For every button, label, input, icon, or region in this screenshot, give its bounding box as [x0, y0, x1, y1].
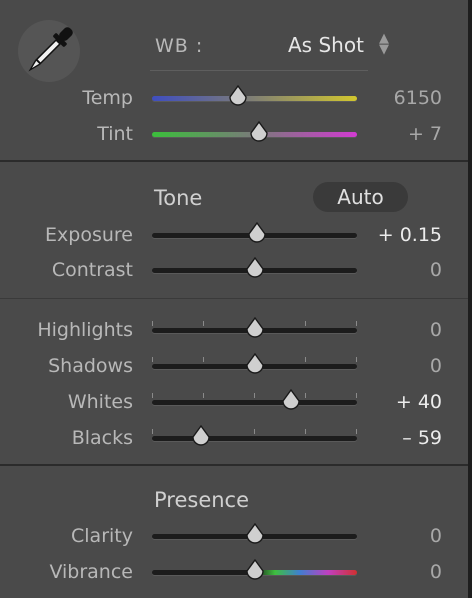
slider-knob[interactable]: [245, 523, 265, 545]
slider-tick: [305, 357, 306, 362]
wb-preset-select[interactable]: As Shot: [288, 33, 364, 57]
slider-ticks: [152, 393, 357, 398]
tone-heading: Tone: [154, 186, 203, 210]
slider-label: Contrast: [51, 259, 133, 281]
slider-tick: [203, 393, 204, 398]
wb-divider: [150, 70, 368, 71]
slider-value[interactable]: 0: [362, 355, 442, 377]
slider-label: Whites: [67, 391, 133, 413]
slider-knob[interactable]: [245, 317, 265, 339]
panel-scroll-edge: [468, 0, 472, 598]
eyedropper-icon[interactable]: [16, 18, 82, 84]
slider-tick: [152, 357, 153, 362]
slider-track[interactable]: [152, 436, 357, 441]
slider-tick: [356, 321, 357, 326]
slider-value[interactable]: + 0.15: [362, 224, 442, 246]
slider-tick: [305, 429, 306, 434]
slider-tick: [356, 393, 357, 398]
slider-label: Exposure: [45, 224, 133, 246]
presence-heading: Presence: [154, 488, 250, 512]
slider-knob[interactable]: [245, 353, 265, 375]
slider-value[interactable]: + 7: [362, 123, 442, 145]
slider-label: Clarity: [71, 525, 133, 547]
slider-knob[interactable]: [249, 121, 269, 143]
auto-tone-button[interactable]: Auto: [313, 182, 408, 212]
slider-label: Vibrance: [49, 561, 133, 583]
slider-tick: [305, 393, 306, 398]
slider-value[interactable]: + 40: [362, 391, 442, 413]
slider-tick: [356, 357, 357, 362]
slider-tick: [203, 357, 204, 362]
slider-label: Temp: [82, 87, 133, 109]
slider-ticks: [152, 429, 357, 434]
section-divider: [0, 160, 468, 162]
slider-knob[interactable]: [281, 389, 301, 411]
slider-tick: [254, 429, 255, 434]
slider-knob[interactable]: [245, 559, 265, 581]
slider-tick: [356, 429, 357, 434]
slider-tick: [305, 321, 306, 326]
up-down-arrows-icon[interactable]: ▲ ▼: [379, 32, 389, 56]
section-divider: [0, 464, 468, 466]
slider-tick: [152, 393, 153, 398]
slider-track[interactable]: [152, 96, 357, 101]
slider-value[interactable]: 0: [362, 259, 442, 281]
wb-label: WB :: [155, 35, 204, 57]
slider-value[interactable]: 6150: [362, 87, 442, 109]
slider-knob[interactable]: [247, 222, 267, 244]
slider-track[interactable]: [152, 400, 357, 405]
slider-label: Highlights: [37, 319, 133, 341]
slider-value[interactable]: – 59: [362, 427, 442, 449]
slider-tick: [152, 321, 153, 326]
slider-label: Tint: [97, 123, 133, 145]
slider-label: Blacks: [71, 427, 133, 449]
slider-knob[interactable]: [191, 425, 211, 447]
slider-value[interactable]: 0: [362, 561, 442, 583]
slider-value[interactable]: 0: [362, 525, 442, 547]
slider-label: Shadows: [48, 355, 133, 377]
tone-subdivider: [0, 298, 468, 299]
slider-knob[interactable]: [245, 257, 265, 279]
basic-develop-panel: WB : As Shot ▲ ▼ Temp 6150 Tint + 7 Tone Aut…: [0, 0, 472, 598]
slider-knob[interactable]: [228, 85, 248, 107]
slider-value[interactable]: 0: [362, 319, 442, 341]
slider-tick: [254, 393, 255, 398]
slider-tick: [203, 321, 204, 326]
slider-tick: [152, 429, 153, 434]
